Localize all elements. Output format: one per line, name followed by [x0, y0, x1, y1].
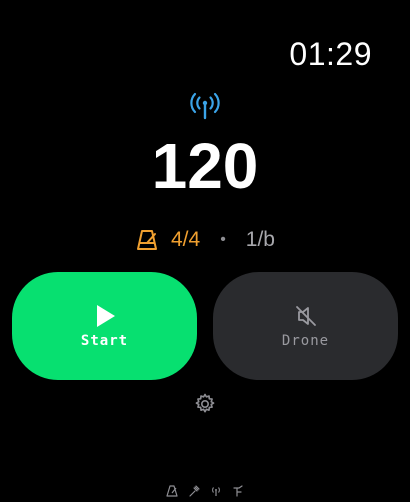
tempo-display[interactable]: 120: [0, 128, 410, 204]
speaker-muted-icon: [295, 306, 316, 326]
start-button[interactable]: Start: [12, 272, 197, 380]
separator-dot: •: [220, 231, 226, 248]
start-button-label: Start: [80, 333, 129, 349]
antenna-broadcast-icon: [190, 92, 220, 120]
drone-button-label: Drone: [281, 333, 330, 349]
metronome-icon: [136, 230, 157, 250]
antenna-icon[interactable]: [210, 485, 222, 497]
play-icon: [96, 305, 115, 327]
subdivision[interactable]: 1/b: [246, 228, 275, 252]
gear-icon[interactable]: [193, 392, 217, 416]
time-signature[interactable]: 4/4: [171, 228, 200, 252]
metronome-icon[interactable]: [166, 485, 178, 497]
drone-button[interactable]: Drone: [213, 272, 398, 380]
tuning-fork-icon[interactable]: [188, 485, 200, 497]
meter-row[interactable]: 4/4 • 1/b: [0, 224, 410, 256]
practice-icon[interactable]: [232, 485, 244, 497]
status-clock: 01:29: [289, 36, 372, 72]
page-indicator: [0, 485, 410, 499]
